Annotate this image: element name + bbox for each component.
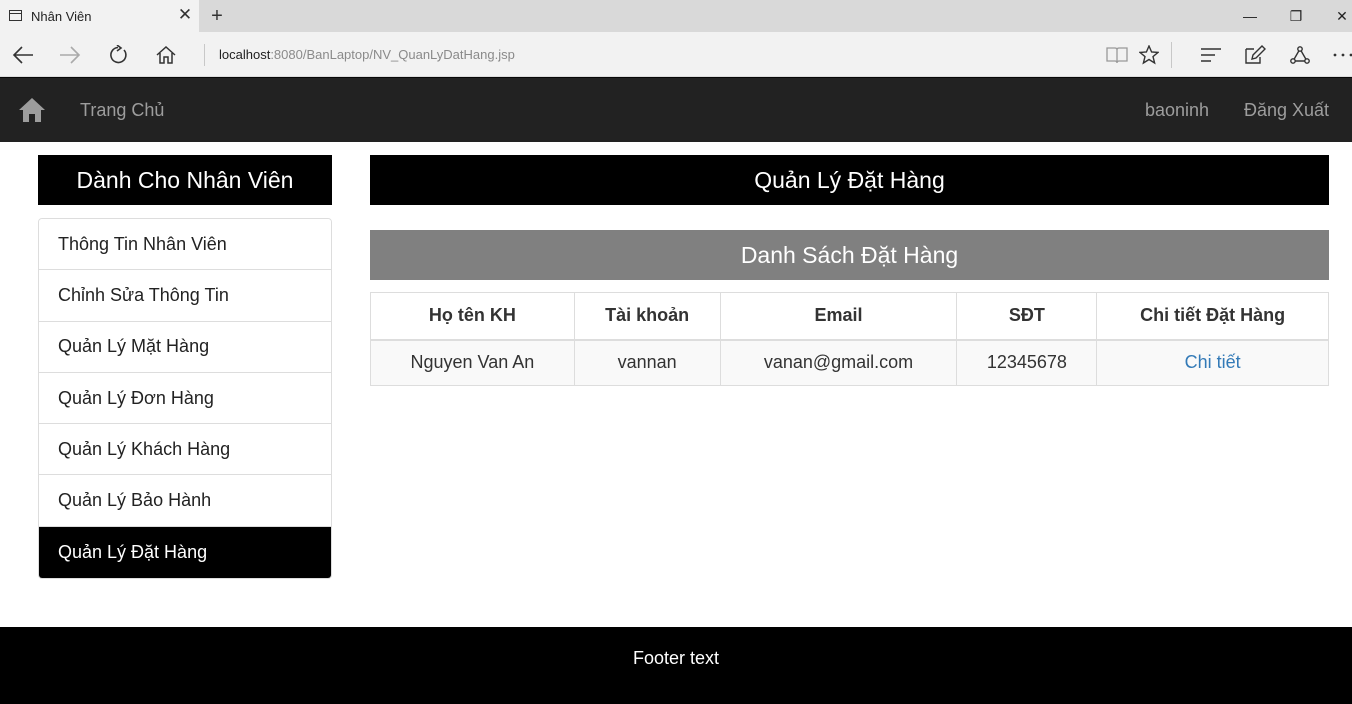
restore-icon[interactable]: ❐ xyxy=(1273,0,1319,32)
browser-tab-bar: Nhân Viên ✕ + — ❐ ✕ xyxy=(0,0,1352,32)
nav-logout-link[interactable]: Đăng Xuất xyxy=(1244,100,1329,121)
back-icon[interactable] xyxy=(9,41,37,69)
page-icon xyxy=(9,10,22,21)
url-field[interactable]: localhost:8080/BanLaptop/NV_QuanLyDatHan… xyxy=(219,47,515,62)
sidebar-menu: Thông Tin Nhân Viên Chỉnh Sửa Thông Tin … xyxy=(38,218,332,580)
table-header-row: Họ tên KH Tài khoản Email SĐT Chi tiết Đ… xyxy=(370,292,1329,341)
sidebar-title: Dành Cho Nhân Viên xyxy=(38,155,332,205)
close-tab-icon[interactable]: ✕ xyxy=(176,6,194,24)
site-navbar: Trang Chủ baoninh Đăng Xuất xyxy=(0,77,1352,142)
home-icon[interactable] xyxy=(152,41,180,69)
footer-text: Footer text xyxy=(632,648,720,668)
sidebar-item-quan-ly-bao-hanh[interactable]: Quản Lý Bảo Hành xyxy=(39,475,331,527)
browser-address-bar: localhost:8080/BanLaptop/NV_QuanLyDatHan… xyxy=(0,32,1352,77)
sidebar-item-chinh-sua-thong-tin[interactable]: Chỉnh Sửa Thông Tin xyxy=(39,270,331,322)
more-icon[interactable] xyxy=(1329,41,1352,69)
tab-title: Nhân Viên xyxy=(31,9,92,24)
navbar-home-icon[interactable] xyxy=(18,97,46,123)
page-footer: Footer text xyxy=(0,627,1352,704)
url-path: :8080/BanLaptop/NV_QuanLyDatHang.jsp xyxy=(270,47,515,62)
sidebar-item-quan-ly-mat-hang[interactable]: Quản Lý Mặt Hàng xyxy=(39,321,331,373)
column-header-detail: Chi tiết Đặt Hàng xyxy=(1096,292,1329,341)
column-header-name: Họ tên KH xyxy=(370,292,575,341)
cell-email: vanan@gmail.com xyxy=(719,339,958,386)
refresh-icon[interactable] xyxy=(104,41,132,69)
column-header-email: Email xyxy=(719,292,958,341)
address-divider xyxy=(204,44,205,66)
url-host: localhost xyxy=(219,47,271,62)
forward-icon[interactable] xyxy=(56,41,84,69)
close-window-icon[interactable]: ✕ xyxy=(1319,0,1352,32)
column-header-phone: SĐT xyxy=(956,292,1098,341)
sidebar-item-thong-tin-nhan-vien[interactable]: Thông Tin Nhân Viên xyxy=(39,219,331,271)
table-row: Nguyen Van An vannan vanan@gmail.com 123… xyxy=(370,339,1329,386)
sidebar-item-quan-ly-khach-hang[interactable]: Quản Lý Khách Hàng xyxy=(39,424,331,476)
orders-table: Họ tên KH Tài khoản Email SĐT Chi tiết Đ… xyxy=(370,292,1329,386)
new-tab-icon[interactable]: + xyxy=(206,5,228,27)
nav-home-link[interactable]: Trang Chủ xyxy=(80,100,164,121)
hub-icon[interactable] xyxy=(1197,41,1225,69)
cell-detail: Chi tiết xyxy=(1096,339,1329,386)
minimize-icon[interactable]: — xyxy=(1227,0,1273,32)
sidebar-item-quan-ly-dat-hang[interactable]: Quản Lý Đặt Hàng xyxy=(39,526,331,579)
column-header-account: Tài khoản xyxy=(573,292,721,341)
web-note-icon[interactable] xyxy=(1241,41,1269,69)
browser-tab[interactable]: Nhân Viên ✕ xyxy=(0,0,199,32)
order-detail-link[interactable]: Chi tiết xyxy=(1185,352,1241,372)
cell-customer-name: Nguyen Van An xyxy=(370,339,575,386)
favorite-star-icon[interactable] xyxy=(1135,41,1163,69)
page-title: Quản Lý Đặt Hàng xyxy=(370,155,1329,205)
sidebar-item-quan-ly-don-hang[interactable]: Quản Lý Đơn Hàng xyxy=(39,372,331,425)
cell-phone: 12345678 xyxy=(956,339,1098,386)
nav-username-link[interactable]: baoninh xyxy=(1145,100,1209,121)
cell-account: vannan xyxy=(573,339,721,386)
section-title: Danh Sách Đặt Hàng xyxy=(370,230,1329,280)
toolbar-divider xyxy=(1171,42,1172,68)
reading-view-icon[interactable] xyxy=(1103,41,1131,69)
share-icon[interactable] xyxy=(1286,41,1314,69)
